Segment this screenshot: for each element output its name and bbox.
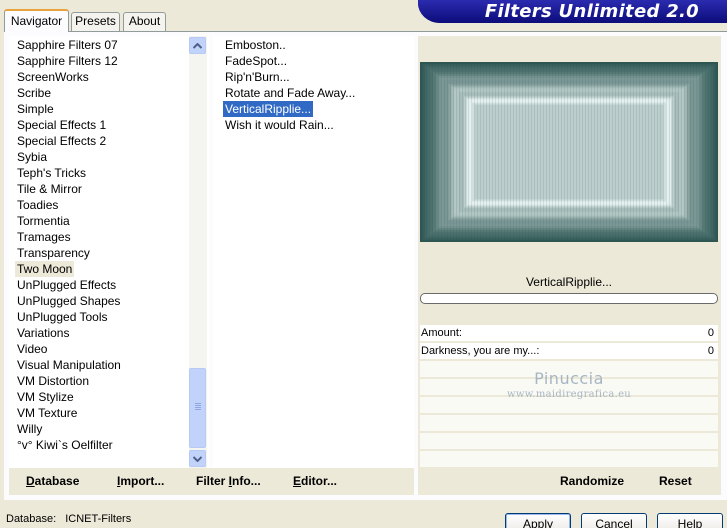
button-label: nfo... <box>232 474 261 488</box>
database-button[interactable]: Database <box>26 472 79 490</box>
status-label: Database: <box>6 513 57 525</box>
category-item[interactable]: Teph's Tricks <box>17 165 86 181</box>
param-label: Darkness, you are my...: <box>421 345 540 357</box>
filter-item[interactable]: Emboston.. <box>223 37 288 53</box>
preview-graphic <box>420 62 718 242</box>
filter-item[interactable]: VerticalRipplie... <box>221 100 315 118</box>
category-item[interactable]: UnPlugged Shapes <box>17 293 120 309</box>
filter-list[interactable]: Emboston.. FadeSpot... Rip'n'Burn... Rotate… <box>213 36 414 468</box>
category-scrollbar[interactable] <box>189 36 207 468</box>
apply-button[interactable]: Apply <box>505 513 571 528</box>
category-item[interactable]: VM Texture <box>17 405 77 421</box>
current-filter-name: VerticalRipplie... <box>525 275 613 289</box>
scroll-thumb[interactable] <box>189 368 206 448</box>
reset-button[interactable]: Reset <box>659 472 692 490</box>
category-item[interactable]: Toadies <box>17 197 58 213</box>
category-item[interactable]: °v° Kiwi`s Oelfilter <box>17 437 113 453</box>
category-item[interactable]: Two Moon <box>15 261 75 277</box>
category-item[interactable]: Tormentia <box>17 213 70 229</box>
category-item[interactable]: Sybia <box>17 149 47 165</box>
scroll-up-icon <box>193 42 202 49</box>
param-amount[interactable]: Amount: 0 <box>420 325 718 342</box>
accelerator-letter: E <box>293 474 302 488</box>
accelerator-letter: D <box>26 474 35 488</box>
category-item[interactable]: Special Effects 2 <box>17 133 106 149</box>
database-status: Database: ICNET-Filters <box>6 513 131 526</box>
category-item[interactable]: Scribe <box>17 85 51 101</box>
category-item[interactable]: Sapphire Filters 07 <box>17 37 118 53</box>
category-item[interactable]: Special Effects 1 <box>17 117 106 133</box>
preview-image <box>420 62 718 242</box>
category-item[interactable]: Visual Manipulation <box>17 357 121 373</box>
randomize-button[interactable]: Randomize <box>560 472 624 490</box>
param-empty-row <box>420 433 718 450</box>
param-darkness[interactable]: Darkness, you are my...: 0 <box>420 343 718 360</box>
filter-item[interactable]: FadeSpot... <box>223 53 289 69</box>
param-value[interactable]: 0 <box>708 343 714 360</box>
preview-frame-band <box>474 104 664 200</box>
watermark-title: Pinuccia <box>534 369 604 388</box>
button-label: ditor... <box>301 474 338 488</box>
category-item[interactable]: ScreenWorks <box>17 69 89 85</box>
tab-presets[interactable]: Presets <box>71 12 120 31</box>
param-empty-row <box>420 415 718 432</box>
button-label: mport... <box>120 474 165 488</box>
category-item[interactable]: Sapphire Filters 12 <box>17 53 118 69</box>
help-button[interactable]: Help <box>657 513 723 528</box>
category-item[interactable]: VM Stylize <box>17 389 74 405</box>
thumb-grip <box>195 405 201 406</box>
scroll-up-button[interactable] <box>189 37 206 54</box>
filter-info-button[interactable]: Filter Info... <box>196 472 261 490</box>
thumb-grip <box>195 403 201 404</box>
param-label: Amount: <box>421 327 462 339</box>
thumb-grip <box>195 407 201 408</box>
category-item[interactable]: VM Distortion <box>17 373 89 389</box>
tab-navigator[interactable]: Navigator <box>4 9 69 32</box>
filter-item[interactable]: Rip'n'Burn... <box>223 69 292 85</box>
status-value: ICNET-Filters <box>65 513 132 525</box>
scroll-down-icon <box>193 455 202 462</box>
button-label: atabase <box>34 474 80 488</box>
category-item[interactable]: UnPlugged Effects <box>17 277 116 293</box>
param-empty-row <box>420 451 718 468</box>
watermark-url: www.maidiregrafica.eu <box>506 389 632 400</box>
title-banner: Filters Unlimited 2.0 <box>418 0 727 23</box>
filter-item[interactable]: Rotate and Fade Away... <box>223 85 357 101</box>
category-item[interactable]: UnPlugged Tools <box>17 309 108 325</box>
category-item[interactable]: Tramages <box>17 229 71 245</box>
category-item[interactable]: Video <box>17 341 47 357</box>
progress-bar <box>420 293 718 304</box>
category-item[interactable]: Variations <box>17 325 69 341</box>
category-list[interactable]: Sapphire Filters 07 Sapphire Filters 12 Sc… <box>9 36 209 468</box>
cancel-button[interactable]: Cancel <box>581 513 647 528</box>
button-label: Filter <box>196 474 229 488</box>
scroll-down-button[interactable] <box>189 450 206 467</box>
filter-item[interactable]: Wish it would Rain... <box>223 117 336 133</box>
import-button[interactable]: Import... <box>117 472 164 490</box>
editor-button[interactable]: Editor... <box>293 472 337 490</box>
category-item[interactable]: Willy <box>17 421 42 437</box>
param-value[interactable]: 0 <box>708 325 714 342</box>
thumb-grip <box>195 409 201 410</box>
category-item[interactable]: Transparency <box>17 245 90 261</box>
tab-about[interactable]: About <box>123 12 166 31</box>
category-item[interactable]: Tile & Mirror <box>17 181 82 197</box>
app-title: Filters Unlimited 2.0 <box>484 1 699 22</box>
category-item[interactable]: Simple <box>17 101 54 117</box>
